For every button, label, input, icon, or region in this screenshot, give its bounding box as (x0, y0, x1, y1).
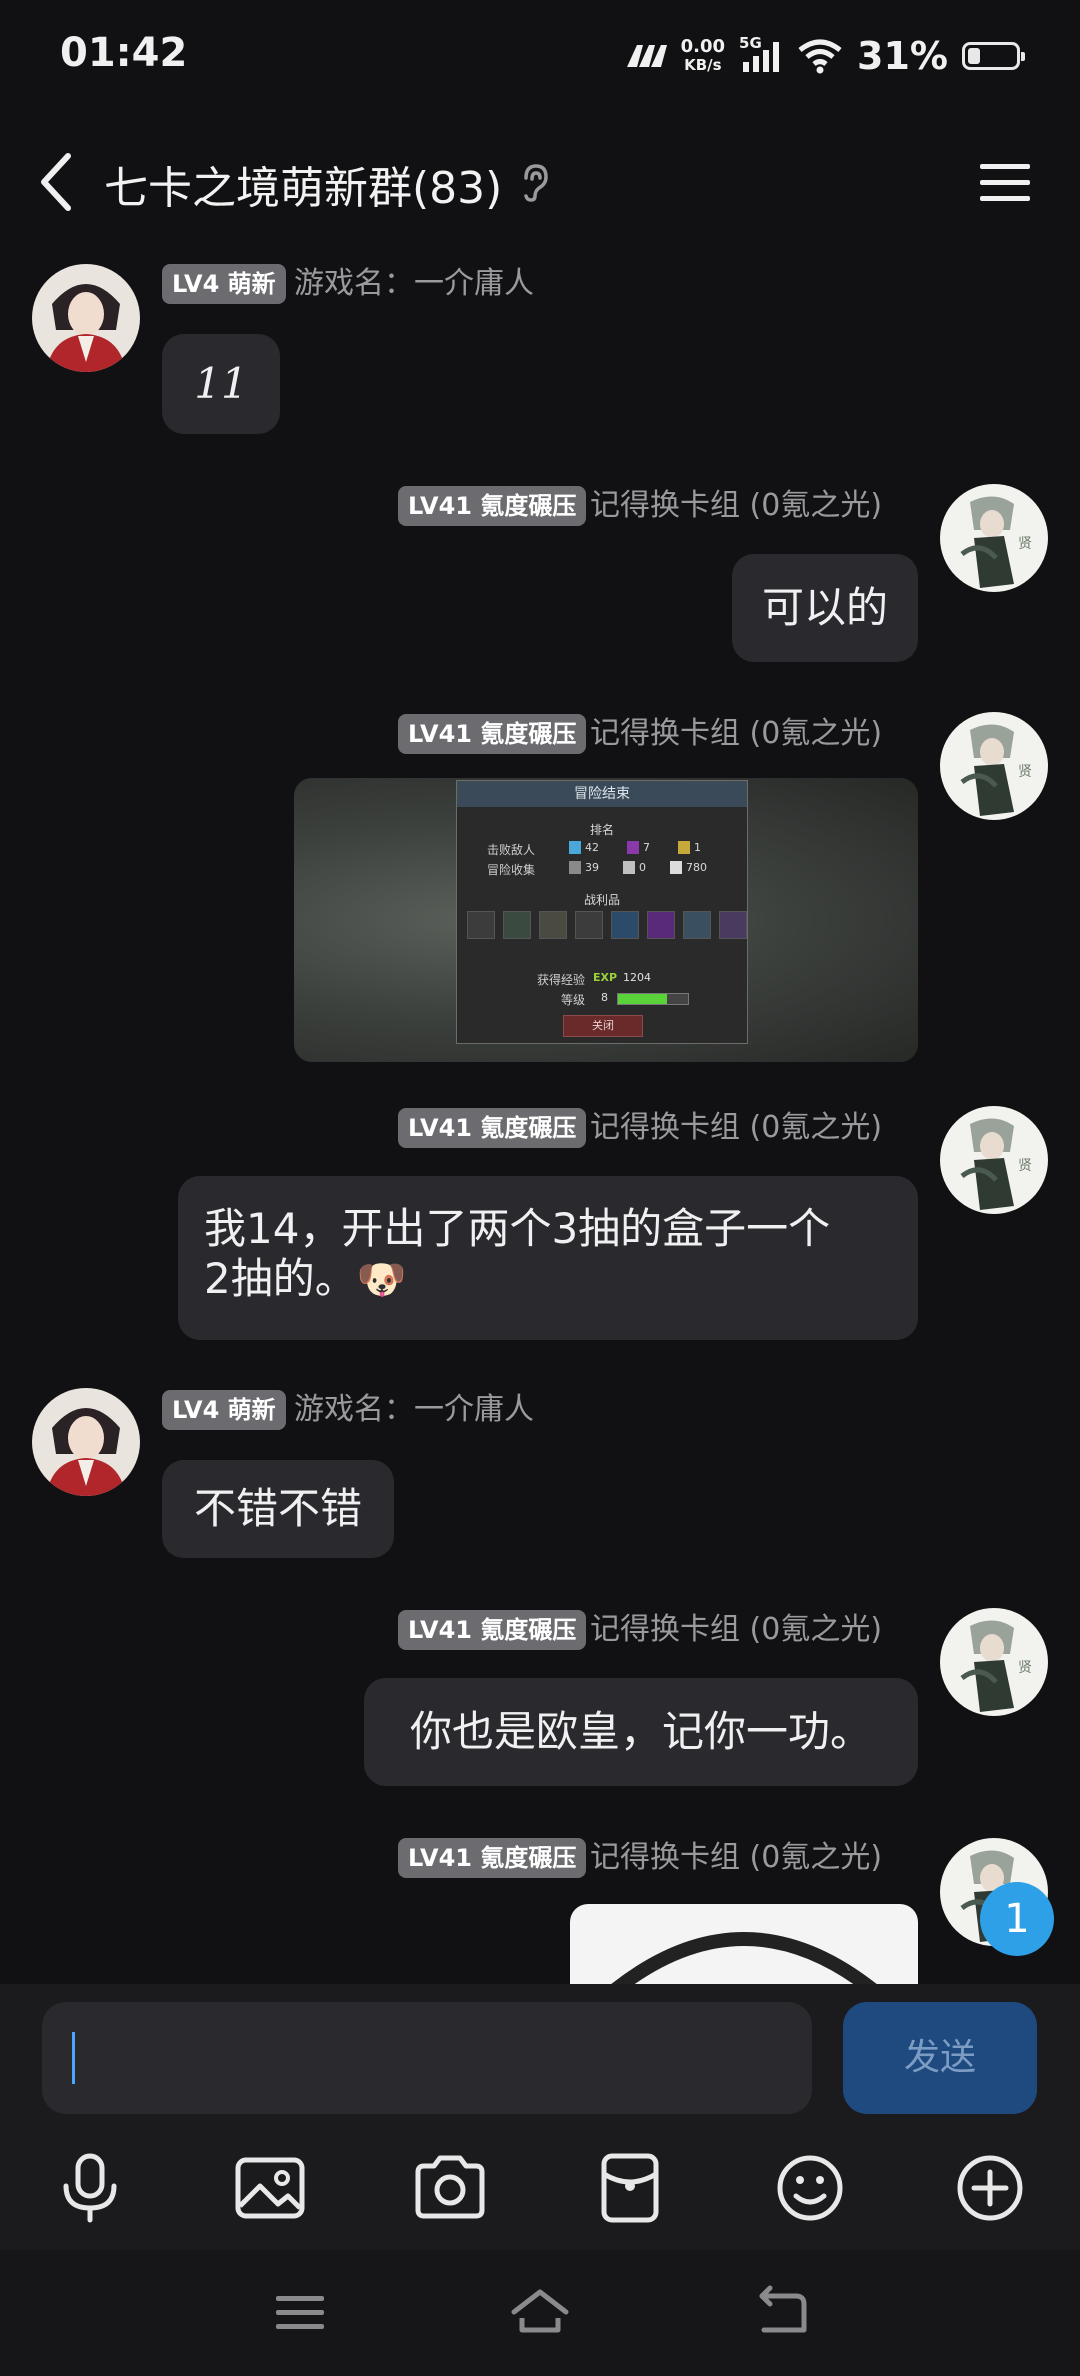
message-image[interactable] (570, 1904, 918, 1984)
loot-items (467, 911, 747, 939)
collect-value-1: 39 (569, 861, 599, 874)
avatar[interactable]: 贤 (940, 484, 1048, 592)
status-icons: 0.00 KB/s 5G 31% (623, 34, 1025, 78)
message-bubble[interactable]: 11 (162, 334, 280, 434)
toolbar (0, 2126, 1080, 2250)
close-result-button: 关闭 (563, 1015, 643, 1037)
svg-text:贤: 贤 (1018, 1660, 1032, 1676)
collect-value-3: 780 (670, 861, 707, 874)
back-arrow-icon[interactable] (36, 152, 76, 212)
avatar[interactable] (32, 1388, 140, 1496)
level-badge: LV41 氪度碾压 (398, 1108, 587, 1148)
level-progress-bar (617, 993, 689, 1005)
unread-count-badge[interactable]: 1 (980, 1882, 1054, 1956)
svg-text:贤: 贤 (1018, 536, 1032, 552)
battery-percent: 31% (857, 34, 948, 78)
chat-title[interactable]: 七卡之境萌新群(83) (104, 152, 502, 216)
level-badge: LV41 氪度碾压 (398, 1838, 587, 1878)
game-result-panel: 冒险结束 排名 击败敌人 42 7 1 冒险收集 39 0 780 战利品 获得… (456, 780, 748, 1044)
speed-unit: KB/s (684, 56, 722, 74)
defeated-label: 击败敌人 (487, 843, 536, 857)
recent-apps-icon[interactable] (270, 2288, 330, 2338)
ear-icon[interactable] (520, 162, 550, 204)
rank-label: 排名 (589, 823, 614, 837)
network-speed: 0.00 KB/s (680, 36, 726, 75)
avatar[interactable]: 贤 (940, 1608, 1048, 1716)
send-button[interactable]: 发送 (843, 2002, 1037, 2114)
signal-icon: 5G (739, 34, 783, 74)
level-badge: LV4 萌新 (162, 1390, 286, 1430)
exp-value: 1204 (623, 971, 651, 984)
defeated-value-3: 1 (678, 841, 701, 854)
text-caret (72, 2032, 75, 2084)
status-time: 01:42 (60, 30, 188, 76)
message-bubble[interactable]: 不错不错 (162, 1460, 394, 1558)
level-badge: LV4 萌新 (162, 264, 286, 304)
defeated-value-1: 42 (569, 841, 599, 854)
level-badge: LV41 氪度碾压 (398, 714, 587, 754)
wifi-icon (798, 39, 842, 74)
level-label: 等级 (561, 993, 586, 1007)
collect-value-2: 0 (623, 861, 646, 874)
sender-name: 游戏名：一介庸人 (294, 1392, 534, 1427)
loot-label: 战利品 (583, 893, 620, 907)
message-line-2: 2抽的。 (204, 1254, 357, 1303)
sender-name: 记得换卡组 (0氪之光) (590, 1110, 883, 1145)
battery-icon (962, 42, 1025, 70)
avatar[interactable] (32, 264, 140, 372)
camera-icon[interactable] (410, 2148, 490, 2228)
collect-label: 冒险收集 (487, 863, 536, 877)
message-bubble[interactable]: 我14，开出了两个3抽的盒子一个 2抽的。🐶 (178, 1176, 918, 1340)
red-packet-icon[interactable] (590, 2148, 670, 2228)
avatar[interactable]: 贤 (940, 712, 1048, 820)
image-icon[interactable] (230, 2148, 310, 2228)
plus-icon[interactable] (950, 2148, 1030, 2228)
emoji-icon[interactable] (770, 2148, 850, 2228)
level-value: 8 (601, 991, 608, 1004)
sender-name: 记得换卡组 (0氪之光) (590, 488, 883, 523)
message-bubble[interactable]: 可以的 (732, 554, 918, 662)
message-line-1: 我14，开出了两个3抽的盒子一个 (204, 1204, 831, 1253)
sender-name: 游戏名：一介庸人 (294, 266, 534, 301)
dog-emoji-icon: 🐶 (356, 1257, 407, 1303)
speed-value: 0.00 (680, 36, 726, 57)
home-icon[interactable] (508, 2284, 572, 2340)
svg-text:贤: 贤 (1018, 764, 1032, 780)
message-input[interactable] (42, 2002, 812, 2114)
message-image[interactable]: 冒险结束 排名 击败敌人 42 7 1 冒险收集 39 0 780 战利品 获得… (294, 778, 918, 1062)
level-badge: LV41 氪度碾压 (398, 1610, 587, 1650)
message-bubble[interactable]: 你也是欧皇，记你一功。 (364, 1678, 918, 1786)
m-network-icon (626, 45, 667, 67)
microphone-icon[interactable] (50, 2148, 130, 2228)
level-progress-fill (618, 994, 667, 1004)
exp-badge: EXP (593, 971, 618, 984)
sender-name: 记得换卡组 (0氪之光) (590, 1612, 883, 1647)
menu-icon[interactable] (978, 160, 1032, 204)
exp-label: 获得经验 (537, 973, 586, 987)
sender-name: 记得换卡组 (0氪之光) (590, 716, 883, 751)
svg-text:贤: 贤 (1018, 1158, 1032, 1174)
avatar[interactable]: 贤 (940, 1106, 1048, 1214)
defeated-value-2: 7 (627, 841, 650, 854)
level-badge: LV41 氪度碾压 (398, 486, 587, 526)
back-nav-icon[interactable] (750, 2284, 814, 2340)
result-title: 冒险结束 (457, 781, 747, 807)
sender-name: 记得换卡组 (0氪之光) (590, 1840, 883, 1875)
